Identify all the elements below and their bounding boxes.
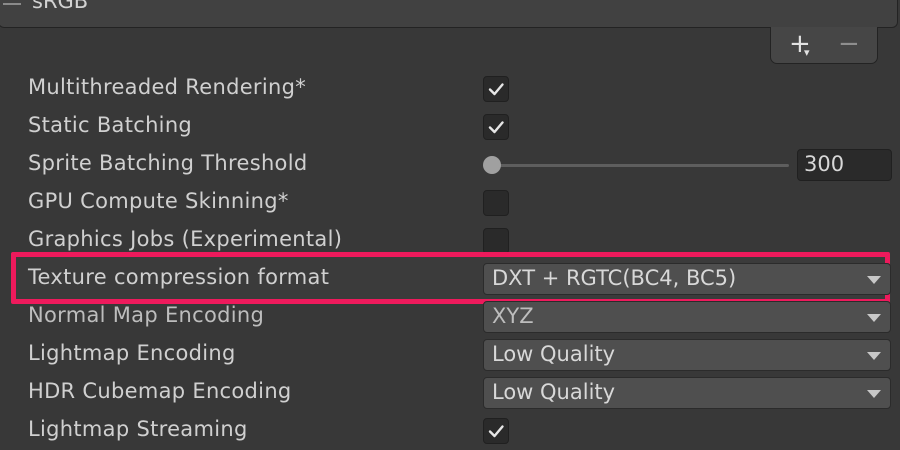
chevron-down-icon: [867, 352, 881, 360]
drag-handle-icon[interactable]: [3, 0, 21, 8]
chevron-down-icon: [867, 390, 881, 398]
static-batching-checkbox[interactable]: [483, 114, 509, 140]
multithreaded-rendering-checkbox[interactable]: [483, 76, 509, 102]
list-footer-buttons: + ▾ −: [770, 27, 878, 64]
setting-label: GPU Compute Skinning*: [28, 189, 289, 213]
setting-label: Graphics Jobs (Experimental): [28, 227, 343, 251]
setting-row-normal-map-encoding: Normal Map Encoding XYZ: [0, 298, 900, 336]
lightmap-encoding-dropdown[interactable]: Low Quality: [483, 339, 891, 371]
sprite-batching-slider-track[interactable]: [491, 164, 789, 167]
remove-button[interactable]: −: [838, 29, 860, 59]
dropdown-value: Low Quality: [492, 342, 616, 366]
sprite-batching-slider-thumb[interactable]: [483, 156, 501, 174]
setting-row-lightmap-encoding: Lightmap Encoding Low Quality: [0, 336, 900, 374]
setting-label: Multithreaded Rendering*: [28, 75, 307, 99]
normal-map-encoding-dropdown[interactable]: XYZ: [483, 301, 891, 333]
texture-compression-format-dropdown[interactable]: DXT + RGTC(BC4, BC5): [483, 263, 891, 295]
setting-row-hdr-cubemap-encoding: HDR Cubemap Encoding Low Quality: [0, 374, 900, 412]
check-icon: [488, 83, 504, 96]
setting-row-multithreaded-rendering: Multithreaded Rendering*: [0, 70, 900, 108]
setting-label: Lightmap Streaming: [28, 417, 248, 441]
dropdown-value: XYZ: [492, 304, 534, 328]
setting-row-lightmap-streaming: Lightmap Streaming: [0, 412, 900, 450]
gpu-compute-skinning-checkbox[interactable]: [483, 190, 509, 216]
setting-label: HDR Cubemap Encoding: [28, 379, 292, 403]
setting-label: Static Batching: [28, 113, 193, 137]
list-element-label: sRGB: [32, 0, 89, 13]
setting-label: Lightmap Encoding: [28, 341, 236, 365]
lightmap-streaming-checkbox[interactable]: [483, 418, 509, 444]
setting-label: Normal Map Encoding: [28, 303, 265, 327]
setting-row-texture-compression-format: Texture compression format DXT + RGTC(BC…: [0, 260, 900, 298]
graphics-jobs-checkbox[interactable]: [483, 228, 509, 254]
setting-row-sprite-batching-threshold: Sprite Batching Threshold 300: [0, 146, 900, 184]
chevron-down-icon: [867, 314, 881, 322]
setting-label: Sprite Batching Threshold: [28, 151, 308, 175]
check-icon: [488, 425, 504, 438]
hdr-cubemap-encoding-dropdown[interactable]: Low Quality: [483, 377, 891, 409]
chevron-down-icon: [867, 276, 881, 284]
dropdown-value: Low Quality: [492, 380, 616, 404]
setting-label: Texture compression format: [28, 265, 330, 289]
check-icon: [488, 121, 504, 134]
dropdown-value: DXT + RGTC(BC4, BC5): [492, 266, 737, 290]
add-button[interactable]: + ▾: [789, 29, 811, 59]
threshold-value: 300: [804, 152, 845, 176]
setting-row-gpu-compute-skinning: GPU Compute Skinning*: [0, 184, 900, 222]
reorderable-list-element[interactable]: sRGB: [0, 0, 898, 28]
chevron-down-icon: ▾: [804, 46, 810, 59]
setting-row-static-batching: Static Batching: [0, 108, 900, 146]
sprite-batching-threshold-input[interactable]: 300: [797, 149, 892, 181]
